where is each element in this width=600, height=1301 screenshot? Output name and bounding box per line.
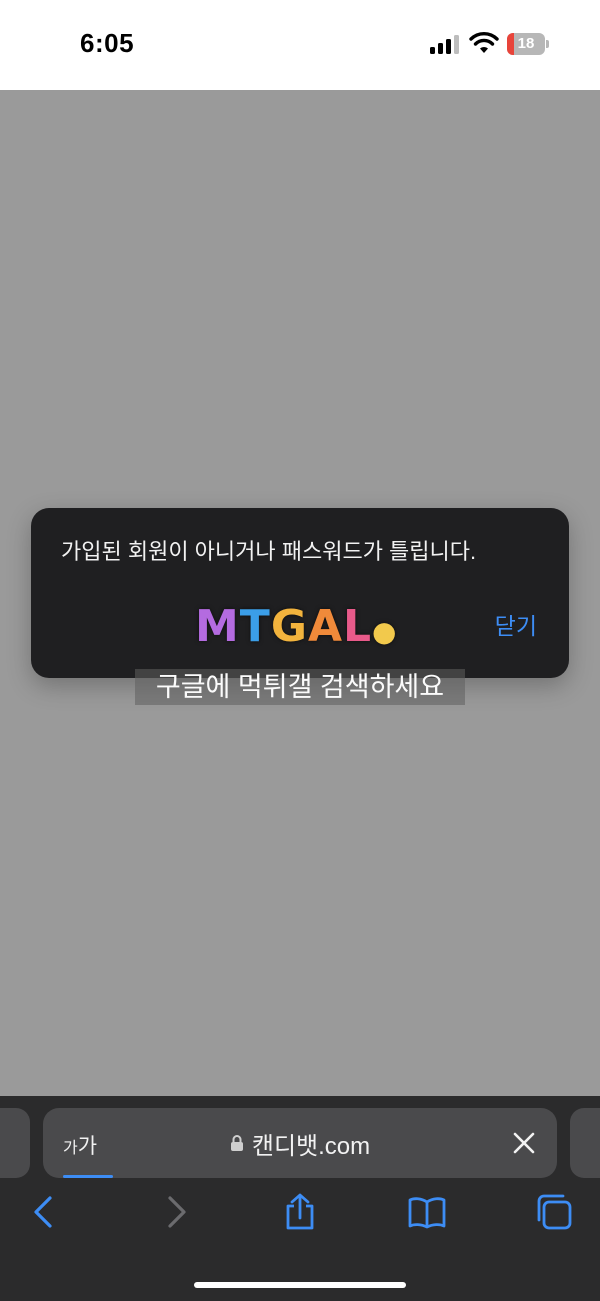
cellular-signal-icon	[430, 34, 460, 54]
next-tab-peek[interactable]	[570, 1108, 600, 1178]
site-logo: MTGAL●	[195, 601, 398, 652]
home-indicator[interactable]	[194, 1282, 406, 1288]
alert-close-button[interactable]: 닫기	[495, 607, 537, 641]
wifi-icon	[469, 32, 499, 53]
tabs-icon[interactable]	[534, 1192, 574, 1232]
browser-bottom-bar: 가가 캔디뱃.com	[0, 1096, 600, 1301]
browser-toolbar	[0, 1192, 600, 1242]
forward-icon[interactable]	[155, 1192, 195, 1232]
back-icon[interactable]	[25, 1192, 65, 1232]
share-icon[interactable]	[280, 1192, 320, 1232]
status-time: 6:05	[80, 28, 135, 58]
battery-icon: 18	[507, 33, 549, 55]
url-text[interactable]: 캔디뱃.com	[252, 1126, 370, 1161]
alert-message: 가입된 회원이 아니거나 패스워드가 틀립니다.	[61, 539, 477, 564]
status-bar: 6:05 18	[0, 0, 600, 90]
promo-banner-text: 구글에 먹튀갤 검색하세요	[155, 672, 445, 702]
address-bar[interactable]: 가가 캔디뱃.com	[43, 1108, 557, 1178]
previous-tab-peek[interactable]	[0, 1108, 30, 1178]
battery-level: 18	[517, 35, 535, 52]
bookmarks-icon[interactable]	[407, 1192, 447, 1232]
close-icon[interactable]	[511, 1130, 537, 1156]
lock-icon	[230, 1135, 243, 1151]
promo-banner: 구글에 먹튀갤 검색하세요	[135, 669, 465, 705]
